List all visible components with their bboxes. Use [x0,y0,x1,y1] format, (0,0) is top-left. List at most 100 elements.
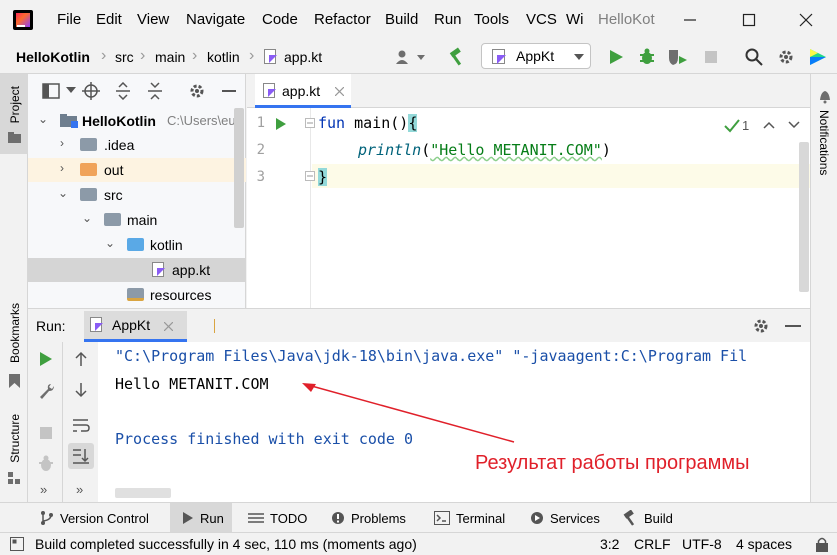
settings-gear-icon[interactable] [188,82,206,100]
more-tools-icon[interactable]: » [40,482,47,497]
bookmarks-tool-tab[interactable]: Bookmarks [0,299,28,399]
settings-gear-icon[interactable] [752,317,770,335]
folder-icon [8,132,21,143]
search-icon[interactable] [745,48,763,66]
stop-icon[interactable] [704,50,718,64]
tab-todo[interactable]: TODO [248,503,307,533]
breadcrumb-file[interactable]: app.kt [284,49,322,65]
maximize-icon [742,13,756,27]
chevron-down-icon[interactable] [66,87,76,93]
intellij-logo-icon[interactable] [13,10,33,30]
tree-item-src[interactable]: ⌄ src [28,183,246,207]
console-hscrollbar[interactable] [115,488,171,498]
breadcrumb-main[interactable]: main [155,49,185,65]
toggle-tool-windows-icon[interactable] [10,537,24,551]
chevron-down-icon[interactable] [788,121,800,129]
build-hammer-icon[interactable] [447,47,467,67]
line-number: 3 [256,169,265,185]
breadcrumb-src[interactable]: src [115,49,134,65]
hide-panel-icon[interactable] [785,325,801,327]
menu-build[interactable]: Build [385,11,418,28]
menu-window[interactable]: Wi [566,11,584,28]
menu-navigate[interactable]: Navigate [186,11,245,28]
line-separator[interactable]: CRLF [634,536,671,552]
collapse-all-icon[interactable] [146,82,164,100]
menu-tools[interactable]: Tools [474,11,509,28]
breadcrumb-project[interactable]: HelloKotlin [16,49,90,65]
run-tab-appkt[interactable]: AppKt [84,311,187,342]
inspection-ok-icon[interactable] [724,119,740,133]
code-editor[interactable]: 1 2 3 fun main(){ println("Hello METANIT… [247,108,810,308]
menu-edit[interactable]: Edit [96,11,122,28]
menu-file[interactable]: File [57,11,81,28]
file-encoding[interactable]: UTF-8 [682,536,722,552]
right-tool-strip: Notifications [810,74,837,502]
menu-vcs[interactable]: VCS [526,11,557,28]
tree-item-kotlin[interactable]: ⌄ kotlin [28,233,246,257]
tree-item-project-root[interactable]: ⌄ HelloKotlin C:\Users\eug [28,109,246,133]
run-console[interactable]: "C:\Program Files\Java\jdk-18\bin\java.e… [98,342,810,502]
tree-item-idea[interactable]: › .idea [28,133,246,157]
menu-run[interactable]: Run [434,11,462,28]
breadcrumb-kotlin[interactable]: kotlin [207,49,240,65]
line-number: 2 [256,142,265,158]
tree-item-out[interactable]: › out [28,158,246,182]
close-window-button[interactable] [791,6,821,34]
project-tool-tab[interactable]: Project [0,74,28,154]
fold-icon[interactable] [305,118,315,130]
tab-build[interactable]: Build [622,503,673,533]
project-scrollbar[interactable] [234,108,244,228]
caret-position[interactable]: 3:2 [600,536,619,552]
notifications-tool-tab[interactable]: Notifications [811,84,837,194]
menu-view[interactable]: View [137,11,169,28]
expand-all-icon[interactable] [114,82,132,100]
build-hammer-icon [623,510,635,526]
editor-tab-app-kt[interactable]: app.kt [255,74,351,108]
tab-services[interactable]: Services [530,503,600,533]
tree-item-app-kt[interactable]: app.kt [28,258,246,282]
settings-gear-icon[interactable] [777,48,795,66]
hide-panel-icon[interactable] [222,90,236,92]
rerun-icon[interactable] [39,351,53,367]
chevron-right-icon: › [60,136,64,150]
lock-icon[interactable] [815,537,829,552]
soft-wrap-icon[interactable] [72,416,90,434]
wrench-icon[interactable] [37,382,55,400]
tab-run[interactable]: Run [170,503,232,533]
fold-icon[interactable] [305,171,315,183]
menu-refactor[interactable]: Refactor [314,11,371,28]
scroll-to-end-button[interactable] [68,443,94,469]
editor-scrollbar[interactable] [799,142,809,292]
debug-disabled-icon[interactable] [37,455,55,473]
run-icon[interactable] [608,49,624,65]
tab-version-control[interactable]: Version Control [40,503,149,533]
run-configuration-select[interactable]: AppKt [481,43,591,69]
vcs-user-icon[interactable] [395,49,429,65]
more-tools-icon[interactable]: » [76,482,83,497]
chevron-up-icon[interactable] [763,121,775,129]
debug-bug-icon[interactable] [638,48,656,66]
tab-problems[interactable]: Problems [331,503,406,533]
structure-tool-tab[interactable]: Structure [0,414,28,494]
locate-file-icon[interactable] [82,82,100,100]
project-view-icon[interactable] [42,82,60,100]
stop-icon[interactable] [39,426,53,440]
run-with-coverage-icon[interactable] [668,48,688,66]
status-message[interactable]: Build completed successfully in 4 sec, 1… [35,536,417,552]
run-gutter-icon[interactable] [275,117,287,131]
close-tab-icon[interactable] [335,87,344,96]
tree-item-main[interactable]: ⌄ main [28,208,246,232]
arrow-up-icon[interactable] [74,351,88,367]
menu-code[interactable]: Code [262,11,298,28]
tree-item-resources[interactable]: resources [28,283,246,307]
arrow-down-icon[interactable] [74,382,88,398]
tree-label: .idea [104,137,135,153]
module-folder-icon [60,114,78,128]
jetbrains-toolbox-icon[interactable] [808,47,828,67]
close-icon [799,13,813,27]
tab-terminal[interactable]: Terminal [434,503,505,533]
indent-setting[interactable]: 4 spaces [736,536,792,552]
maximize-button[interactable] [734,6,764,34]
close-tab-icon[interactable] [164,322,173,331]
minimize-button[interactable] [675,6,705,34]
